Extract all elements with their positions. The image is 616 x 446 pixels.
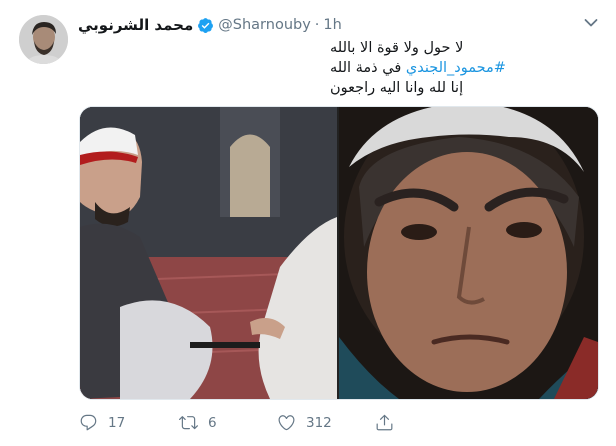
share-icon <box>376 414 393 431</box>
media-grid <box>79 106 599 400</box>
hashtag-link[interactable]: #محمود_الجندي <box>406 60 506 76</box>
tweet-header: محمد الشرنوبي @Sharnouby · 1h <box>78 14 342 36</box>
author-handle[interactable]: @Sharnouby <box>218 17 311 33</box>
reply-count: 17 <box>108 414 126 431</box>
verified-badge-icon <box>198 17 214 33</box>
retweet-button[interactable]: 6 <box>179 413 217 432</box>
tweet-text-line-2-rest: في ذمة الله <box>330 60 406 76</box>
author-display-name[interactable]: محمد الشرنوبي <box>78 16 193 34</box>
tweet-text-line-2: #محمود_الجندي في ذمة الله <box>330 58 592 78</box>
like-count: 312 <box>306 414 332 431</box>
share-button[interactable] <box>375 413 394 432</box>
tweet-text-line-1: لا حول ولا قوة الا بالله <box>330 40 464 56</box>
reply-button[interactable]: 17 <box>79 413 125 432</box>
portrait-image <box>339 107 598 399</box>
tweet-text: لا حول ولا قوة الا بالله #محمود_الجندي ف… <box>330 38 592 98</box>
reply-icon <box>80 414 97 431</box>
retweet-count: 6 <box>208 414 217 431</box>
media-photo-portrait[interactable] <box>339 107 598 399</box>
like-button[interactable]: 312 <box>277 413 332 432</box>
avatar[interactable] <box>19 15 68 64</box>
heart-icon <box>278 415 295 431</box>
retweet-icon <box>179 416 198 430</box>
tweet-text-line-3: إنا لله وانا اليه راجعون <box>330 80 464 96</box>
avatar-image <box>19 15 68 64</box>
mosque-scene-image <box>80 107 337 399</box>
tweet-timestamp[interactable]: 1h <box>323 17 341 33</box>
tweet-actions: 17 6 312 <box>79 413 599 435</box>
tweet-card[interactable]: محمد الشرنوبي @Sharnouby · 1h لا حول ولا… <box>0 0 616 446</box>
media-photo-mosque[interactable] <box>80 107 337 399</box>
separator-dot: · <box>314 17 320 33</box>
chevron-down-icon[interactable] <box>584 18 598 28</box>
